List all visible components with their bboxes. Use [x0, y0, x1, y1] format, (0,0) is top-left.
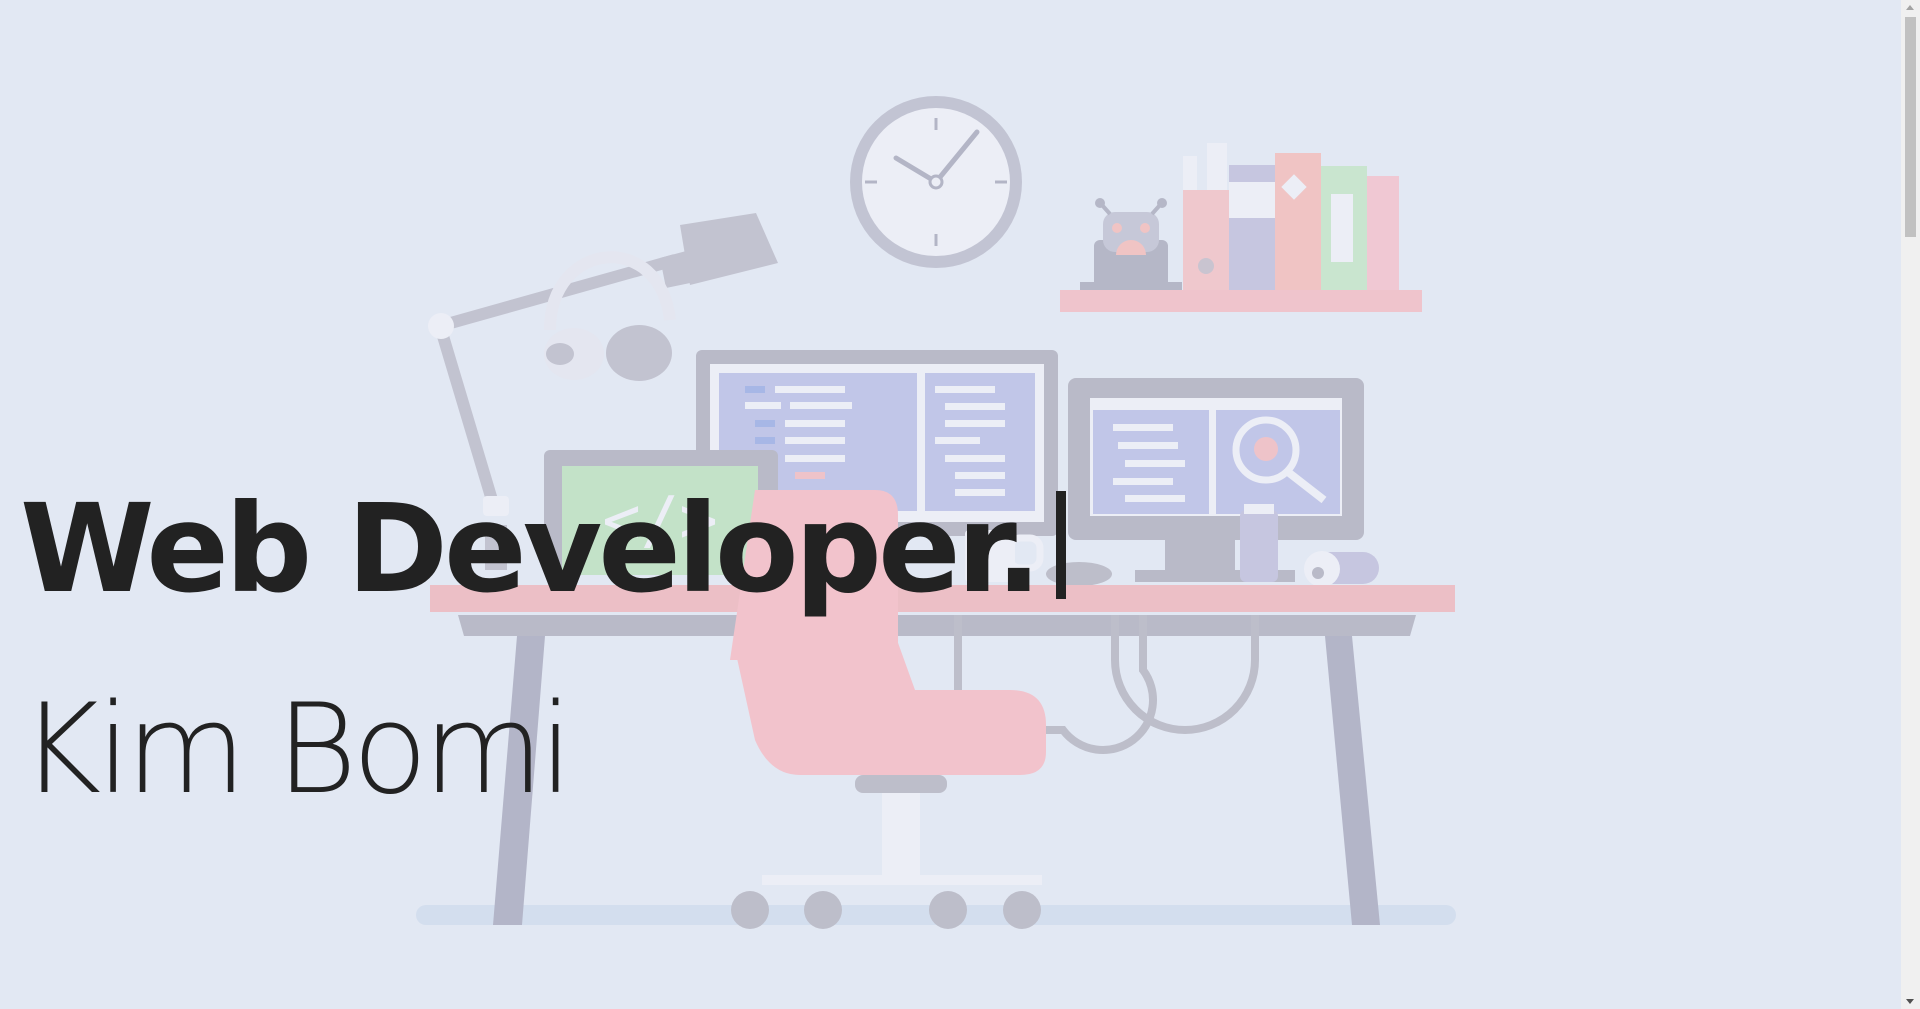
- bottle-icon: [1240, 504, 1278, 582]
- scroll-down-arrow-icon[interactable]: [1906, 999, 1914, 1004]
- robot-toy-icon: [1080, 198, 1182, 290]
- typing-caret: [1055, 491, 1066, 599]
- tape-device-icon: [1304, 551, 1379, 587]
- clock-icon: [850, 96, 1022, 268]
- hero-title-text: Web Developer.: [20, 478, 1042, 620]
- scrollbar-thumb[interactable]: [1905, 17, 1916, 237]
- hero-section: </> Web Developer. Kim Bomi: [0, 0, 1901, 1009]
- scroll-up-arrow-icon[interactable]: [1906, 5, 1914, 10]
- author-name-text: Kim Bomi: [20, 678, 573, 822]
- page-scrollbar[interactable]: [1901, 0, 1920, 1009]
- hero-title: Web Developer.: [20, 488, 1066, 610]
- author-name: Kim Bomi: [20, 688, 573, 812]
